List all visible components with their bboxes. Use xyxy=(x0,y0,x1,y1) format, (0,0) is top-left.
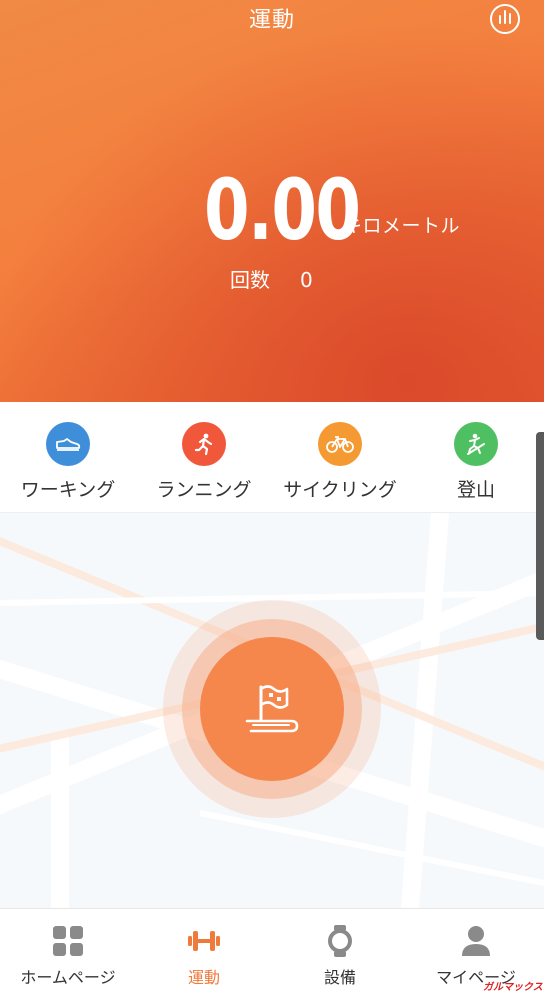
sport-tabs: ワーキング ランニング サイクリング 登山 xyxy=(0,402,544,513)
climber-icon xyxy=(454,422,498,466)
nav-label: 設備 xyxy=(323,968,356,987)
tab-label: ワーキング xyxy=(20,479,116,501)
side-drawer-handle[interactable] xyxy=(536,432,544,640)
person-icon xyxy=(408,923,544,959)
nav-home[interactable]: ホームページ xyxy=(0,923,136,1001)
nav-label: ホームページ xyxy=(20,968,116,987)
watermark: ガルマックス xyxy=(483,982,543,993)
tab-walking[interactable]: ワーキング xyxy=(0,422,136,512)
tab-climbing[interactable]: 登山 xyxy=(408,422,544,512)
count-label: 回数 xyxy=(230,268,270,292)
count-value: 0 xyxy=(300,268,313,292)
tab-label: ランニング xyxy=(156,479,252,501)
bottom-nav: ホームページ 運動 設備 マイページ xyxy=(0,908,544,1001)
watch-icon xyxy=(272,923,408,959)
grid-icon xyxy=(0,923,136,959)
nav-exercise[interactable]: 運動 xyxy=(136,923,272,1001)
tab-label: サイクリング xyxy=(283,479,397,501)
runner-icon xyxy=(182,422,226,466)
distance-value: 0.00 xyxy=(204,161,361,259)
bicycle-icon xyxy=(318,422,362,466)
header-panel: 運動 0.00 キロメートル 回数 0 xyxy=(0,0,544,402)
dumbbell-icon xyxy=(136,923,272,959)
tab-label: 登山 xyxy=(456,479,495,501)
nav-device[interactable]: 設備 xyxy=(272,923,408,1001)
nav-label: 運動 xyxy=(187,968,220,987)
chart-bars-icon xyxy=(499,15,501,24)
shoe-icon xyxy=(46,422,90,466)
flag-icon xyxy=(245,685,299,733)
start-workout-button[interactable] xyxy=(200,637,344,781)
page-title: 運動 xyxy=(248,8,295,33)
stats-button[interactable] xyxy=(490,4,520,34)
distance-unit: キロメートル xyxy=(343,215,461,237)
tab-cycling[interactable]: サイクリング xyxy=(272,422,408,512)
tab-running[interactable]: ランニング xyxy=(136,422,272,512)
